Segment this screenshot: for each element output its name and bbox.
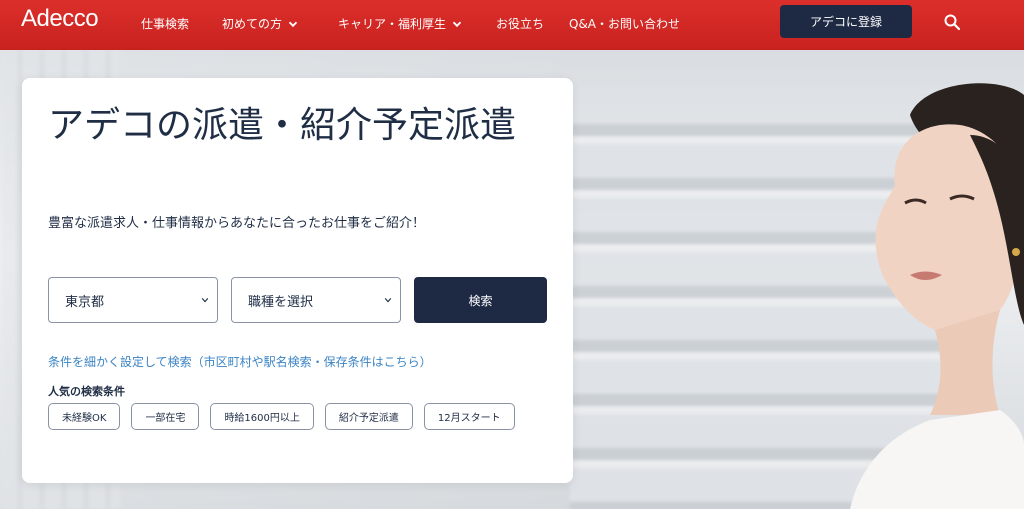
prefecture-select[interactable]: 東京都	[48, 277, 218, 323]
tag-temp-to-hire[interactable]: 紹介予定派遣	[324, 403, 413, 430]
popular-conditions-label: 人気の検索条件	[48, 385, 125, 398]
nav-label: キャリア・福利厚生	[338, 17, 447, 31]
chevron-down-icon	[452, 21, 462, 27]
chevron-down-icon	[384, 298, 392, 303]
search-button[interactable]: 検索	[414, 277, 547, 323]
site-header: Adecco 仕事検索 初めての方 キャリア・福利厚生 お役立ち Q&A・お問い…	[0, 0, 1024, 50]
register-button[interactable]: アデコに登録	[780, 5, 912, 38]
nav-qa-contact[interactable]: Q&A・お問い合わせ	[569, 15, 680, 32]
nav-career-benefits[interactable]: キャリア・福利厚生	[338, 15, 462, 32]
nav-first-time[interactable]: 初めての方	[222, 15, 298, 32]
nav-label: Q&A・お問い合わせ	[569, 17, 681, 31]
popular-tags: 未経験OK 一部在宅 時給1600円以上 紹介予定派遣 12月スタート	[48, 403, 515, 430]
tag-hourly-1600[interactable]: 時給1600円以上	[210, 403, 314, 430]
nav-label: 初めての方	[222, 17, 283, 31]
prefecture-select-value: 東京都	[65, 294, 105, 310]
nav-label: お役立ち	[496, 17, 545, 31]
job-search-card: アデコの派遣・紹介予定派遣 豊富な派遣求人・仕事情報からあなたに合ったお仕事をご…	[22, 78, 573, 483]
nav-label: 仕事検索	[141, 17, 190, 31]
chevron-down-icon	[288, 21, 298, 27]
adecco-logo[interactable]: Adecco	[21, 5, 99, 33]
nav-useful-info[interactable]: お役立ち	[496, 15, 544, 32]
tag-partial-remote[interactable]: 一部在宅	[131, 403, 200, 430]
search-icon[interactable]	[943, 13, 961, 31]
tag-december-start[interactable]: 12月スタート	[423, 403, 515, 430]
advanced-search-link[interactable]: 条件を細かく設定して検索（市区町村や駅名検索・保存条件はこちら）	[48, 353, 432, 370]
job-type-select[interactable]: 職種を選択	[231, 277, 401, 323]
job-type-select-value: 職種を選択	[248, 294, 314, 310]
hero-woman-image	[850, 83, 1024, 509]
page-title: アデコの派遣・紹介予定派遣	[48, 105, 517, 146]
nav-job-search[interactable]: 仕事検索	[141, 15, 189, 32]
page-subtitle: 豊富な派遣求人・仕事情報からあなたに合ったお仕事をご紹介！	[48, 216, 426, 231]
chevron-down-icon	[201, 298, 209, 303]
tag-no-experience[interactable]: 未経験OK	[48, 403, 121, 430]
